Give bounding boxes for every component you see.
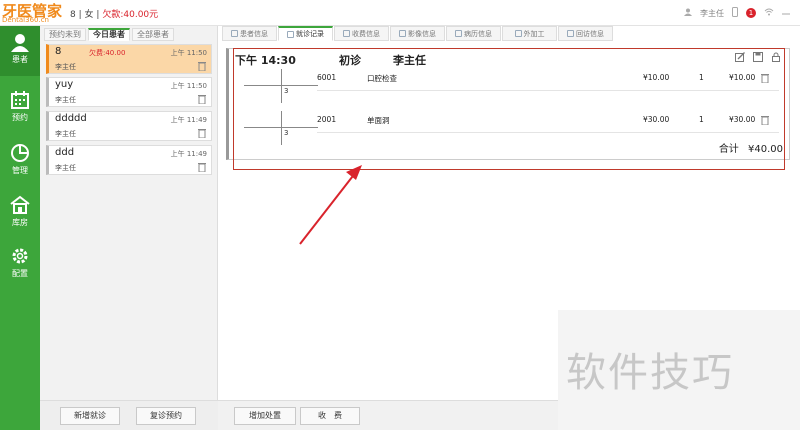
patient-name: ddd [55,147,75,158]
patient-card[interactable]: ddd 上午 11:49 李主任 [46,145,212,175]
pie-chart-icon [11,144,29,162]
tab-all-patients[interactable]: 全部患者 [132,28,174,41]
sidebar-item-management[interactable]: 管理 [0,137,40,187]
sidebar-item-warehouse[interactable]: 库房 [0,189,40,239]
highlight-frame [233,48,785,170]
patient-card[interactable]: 8 欠费:40.00 上午 11:50 李主任 [46,44,212,74]
tab-icon [399,30,406,37]
visit-time: 上午 11:50 [170,82,207,90]
sidebar-item-label: 患者 [12,55,28,64]
trash-icon[interactable] [198,162,206,172]
new-visit-button[interactable]: 新增就诊 [60,407,120,425]
tab-label: 收费信息 [352,29,380,38]
top-right-area: 李主任 1 [684,7,790,19]
tab-label: 影像信息 [408,29,436,38]
doctor-name: 李主任 [55,130,76,138]
doctor-name: 李主任 [55,63,76,71]
app-logo-url: Dental360.cn [2,16,49,24]
tab-image-info[interactable]: 影像信息 [390,26,445,41]
tab-label: 回访信息 [576,29,604,38]
tab-follow-up[interactable]: 回访信息 [558,26,613,41]
patient-owe: 欠费:40.00 [89,49,126,57]
tab-icon [231,30,238,37]
tab-charge-info[interactable]: 收费信息 [334,26,389,41]
patient-name: yuy [55,79,74,90]
patient-card[interactable]: yuy 上午 11:50 李主任 [46,77,212,107]
charge-button[interactable]: 收 费 [300,407,360,425]
visit-time: 上午 11:49 [170,116,207,124]
visit-time: 上午 11:50 [170,49,207,57]
current-patient-info: 8 | 女 | 欠款:40.00元 [70,7,158,20]
user-icon [11,34,29,52]
minimize-icon[interactable] [782,8,790,18]
sidebar-item-label: 配置 [12,269,28,278]
trash-icon[interactable] [198,128,206,138]
tab-icon [567,30,574,37]
add-treatment-button[interactable]: 增加处置 [234,407,296,425]
tab-label: 就诊记录 [296,30,324,38]
patient-name: ddddd [55,113,87,124]
sidebar-item-label: 库房 [12,218,28,227]
revisit-appointment-button[interactable]: 复诊预约 [136,407,196,425]
patient-card[interactable]: ddddd 上午 11:49 李主任 [46,111,212,141]
warehouse-icon [10,195,30,214]
tab-unarrived[interactable]: 预约未到 [44,28,86,41]
tab-icon [514,30,522,37]
sidebar-item-label: 管理 [12,166,28,175]
separator: | [78,10,82,20]
user-icon[interactable] [684,8,692,18]
tab-icon [287,30,294,38]
tab-today[interactable]: 今日患者 [88,28,130,41]
sidebar-item-label: 预约 [12,113,28,122]
doctor-name: 李主任 [55,164,76,172]
tab-label: 患者信息 [240,29,268,38]
phone-icon[interactable] [732,7,738,19]
tab-label: 病历信息 [464,29,492,38]
current-user[interactable]: 李主任 [700,8,724,19]
tab-patient-info[interactable]: 患者信息 [222,26,277,41]
main-sidebar: 患者 预约 管理 库房 配置 [0,26,40,430]
tab-visit-records[interactable]: 就诊记录 [278,26,333,41]
trash-icon[interactable] [198,61,206,71]
tab-label: 外加工 [523,29,545,38]
doctor-name: 李主任 [55,96,76,104]
patient-id: 8 [70,10,76,20]
calendar-icon [11,91,29,109]
patient-owe: 欠款:40.00元 [102,10,159,20]
tab-icon [455,30,462,37]
patient-gender: 女 [84,10,94,20]
patient-actions-bar: 新增就诊 复诊预约 [40,400,218,430]
patient-list-panel: 预约未到 今日患者 全部患者 8 欠费:40.00 上午 11:50 李主任 y… [40,26,218,430]
main-tabs: 患者信息 就诊记录 收费信息 影像信息 病历信息 外加工 回访信息 [222,26,613,42]
gear-icon [12,248,28,264]
sidebar-item-settings[interactable]: 配置 [0,240,40,290]
tab-external-processing[interactable]: 外加工 [502,26,557,41]
top-bar: 牙医管家 Dental360.cn 8 | 女 | 欠款:40.00元 李主任 … [0,0,800,26]
tab-medical-records[interactable]: 病历信息 [446,26,501,41]
tab-icon [343,30,350,37]
patient-name: 8 [55,46,62,57]
wifi-icon [764,8,774,18]
sidebar-item-appointments[interactable]: 预约 [0,84,40,134]
patient-tabs: 预约未到 今日患者 全部患者 [44,28,174,42]
separator: | [96,10,100,20]
sidebar-item-patients[interactable]: 患者 [0,26,40,76]
watermark: 软件技巧 [566,350,734,396]
visit-time: 上午 11:49 [170,150,207,158]
notification-badge[interactable]: 1 [746,8,756,18]
trash-icon[interactable] [198,94,206,104]
